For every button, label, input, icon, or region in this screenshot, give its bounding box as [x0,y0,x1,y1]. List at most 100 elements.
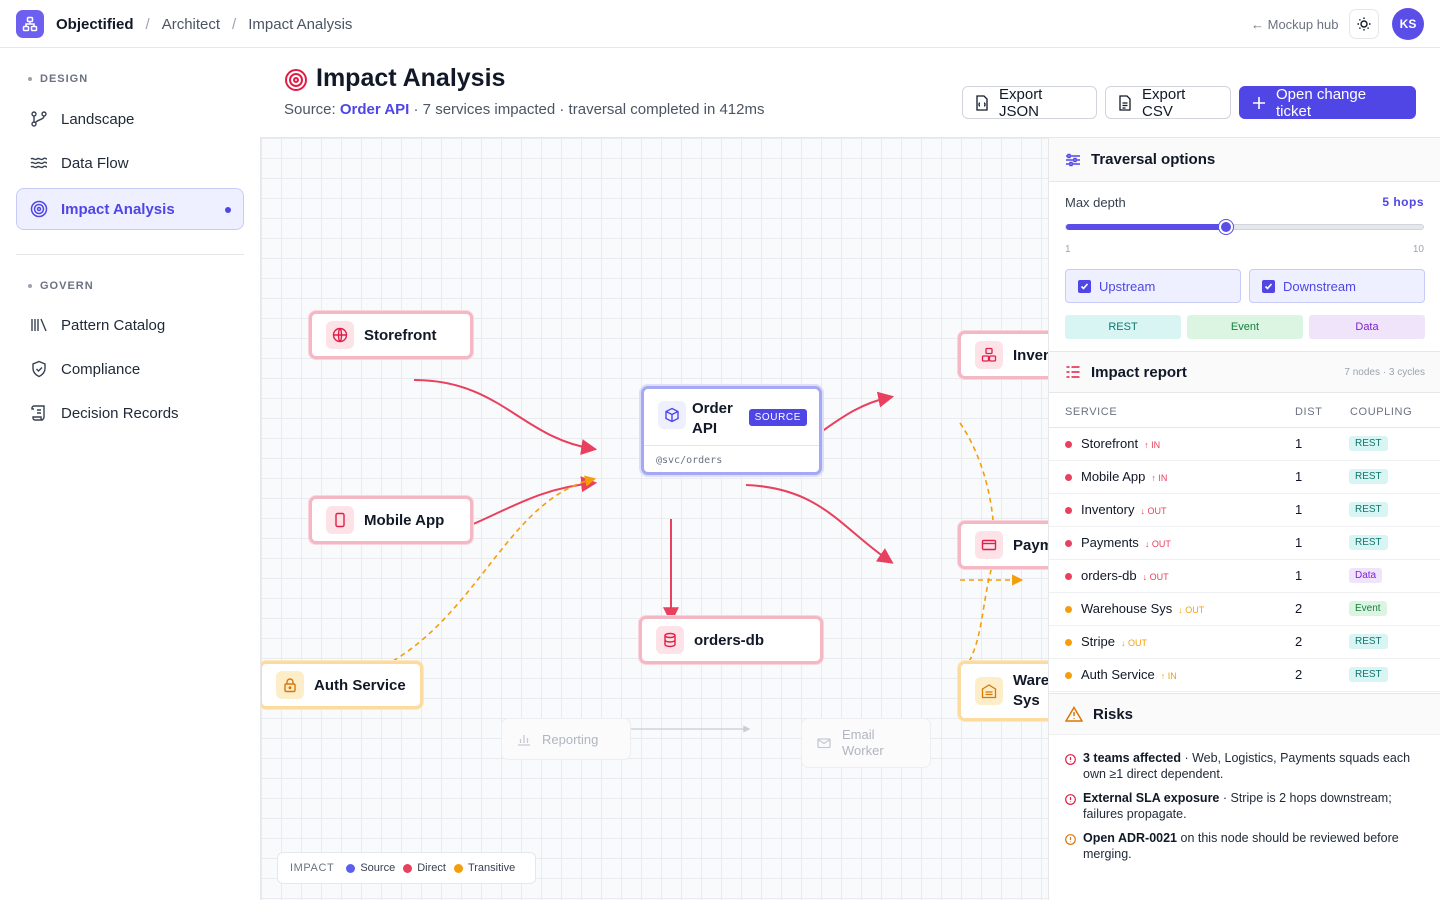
table-row[interactable]: Stripe ↓ OUT 2 REST [1049,626,1440,659]
distance-value: 1 [1295,436,1303,451]
export-json-button[interactable]: Export JSON [962,86,1097,120]
table-row[interactable]: Payments ↓ OUT 1 REST [1049,527,1440,560]
waves-icon [29,153,49,173]
table-row[interactable]: orders-db ↓ OUT 1 Data [1049,560,1440,593]
node-path: @svc/orders [656,455,723,466]
service-name: Stripe [1081,634,1115,649]
sidebar-item-landscape[interactable]: Landscape [16,98,244,140]
theme-toggle-button[interactable] [1349,9,1379,39]
user-avatar[interactable]: KS [1392,8,1424,40]
risk-item: External SLA exposure · Stripe is 2 hops… [1065,790,1425,822]
graph-node-orders-db[interactable]: orders-db [639,616,823,664]
edge-mobile-app-order-api [470,476,598,526]
max-depth-slider[interactable] [1065,220,1424,234]
sidebar-item-label: Compliance [61,360,141,378]
filter-event[interactable]: Event [1187,315,1303,339]
info-circle-icon [1065,833,1076,849]
breadcrumb: Objectified / Architect / Impact Analysi… [56,15,353,33]
graph-node-auth-service[interactable]: Auth Service [261,661,423,709]
graph-node-email-worker[interactable]: Email Worker [801,718,931,768]
edge-order-api-inventory [820,391,895,433]
impact-dot [1065,540,1072,547]
breadcrumb-architect[interactable]: Architect [162,16,220,33]
filter-rest[interactable]: REST [1065,315,1181,339]
phone-icon [326,506,354,534]
risk-item: 3 teams affected · Web, Logistics, Payme… [1065,750,1425,782]
library-icon [29,315,49,335]
direction-label: ↑ IN [1144,440,1161,450]
node-label: Order API [692,400,733,437]
impact-dot [1065,507,1072,514]
list-icon [1065,364,1081,380]
graph-node-order-api[interactable]: Order API SOURCE @svc/orders [641,386,822,475]
coupling-badge: REST [1349,634,1388,649]
sidebar: DESIGN Landscape Data Flow Impact Analys… [0,48,260,900]
app-logo-icon[interactable] [16,10,44,38]
distance-value: 1 [1295,568,1303,583]
node-label: Reporting [542,731,599,747]
distance-value: 1 [1295,502,1303,517]
breadcrumb-app[interactable]: Objectified [56,16,134,33]
graph-node-storefront[interactable]: Storefront [309,311,473,359]
bar-chart-icon [514,725,534,753]
graph-node-mobile-app[interactable]: Mobile App [309,496,473,544]
scroll-icon [29,403,49,423]
table-row[interactable]: Mobile App ↑ IN 1 REST [1049,461,1440,494]
coupling-badge: REST [1349,535,1388,550]
node-label: Email Worker [842,727,884,758]
table-row[interactable]: Inventory ↓ OUT 1 REST [1049,494,1440,527]
active-indicator [225,207,231,213]
direction-label: ↓ OUT [1178,605,1205,615]
node-label: Auth Service [314,676,406,694]
mockup-hub-link[interactable]: ← Mockup hub [1251,0,1338,48]
sidebar-item-decision-records[interactable]: Decision Records [16,392,244,434]
coupling-badge: REST [1349,667,1388,682]
graph-node-warehouse-sys[interactable]: Wareh Sys [958,661,1048,721]
traversal-options-header: Traversal options [1049,138,1440,182]
filter-data[interactable]: Data [1309,315,1425,339]
node-label: Wareh Sys [1013,672,1048,709]
source-service-link[interactable]: Order API [340,101,409,118]
sidebar-item-pattern-catalog[interactable]: Pattern Catalog [16,304,244,346]
coupling-badge: REST [1349,469,1388,484]
table-row[interactable]: Auth Service ↑ IN 2 REST [1049,659,1440,692]
alert-circle-icon [1065,793,1076,809]
boxes-icon [975,341,1003,369]
column-coupling[interactable]: COUPLING [1350,406,1412,418]
sidebar-item-data-flow[interactable]: Data Flow [16,142,244,184]
table-row[interactable]: Warehouse Sys ↓ OUT 2 Event [1049,593,1440,626]
max-depth-label: Max depth [1065,195,1126,210]
globe-icon [326,321,354,349]
sidebar-item-compliance[interactable]: Compliance [16,348,244,390]
column-dist[interactable]: DIST [1295,406,1322,418]
downstream-checkbox[interactable]: Downstream [1249,269,1425,303]
edge-order-api-payments [745,484,894,564]
coupling-badge: REST [1349,436,1388,451]
column-service[interactable]: SERVICE [1065,406,1117,418]
shield-icon [29,359,49,379]
graph-node-reporting[interactable]: Reporting [501,718,631,760]
dependency-graph-canvas[interactable]: Storefront Mobile App Auth Service Order… [260,137,1048,900]
node-label: Storefront [364,326,437,344]
distance-value: 1 [1295,469,1303,484]
impact-dot [1065,441,1072,448]
lock-icon [276,671,304,699]
sidebar-item-impact-analysis[interactable]: Impact Analysis [16,188,244,230]
open-change-ticket-button[interactable]: Open change ticket [1239,86,1416,120]
service-name: Payments [1081,535,1139,550]
sidebar-section-govern: GOVERN [28,280,94,292]
service-name: Auth Service [1081,667,1155,682]
export-csv-button[interactable]: Export CSV [1105,86,1231,120]
direction-label: ↓ OUT [1142,572,1169,582]
node-label: orders-db [694,631,765,649]
distance-value: 2 [1295,601,1303,616]
table-row[interactable]: Storefront ↑ IN 1 REST [1049,428,1440,461]
upstream-checkbox[interactable]: Upstream [1065,269,1241,303]
top-bar: Objectified / Architect / Impact Analysi… [0,0,1440,48]
graph-node-inventory[interactable]: Inven [958,331,1048,379]
slider-thumb[interactable] [1219,220,1233,234]
sidebar-item-label: Pattern Catalog [61,316,166,334]
distance-value: 2 [1295,634,1303,649]
graph-node-payments[interactable]: Paym [958,521,1048,569]
distance-value: 1 [1295,535,1303,550]
